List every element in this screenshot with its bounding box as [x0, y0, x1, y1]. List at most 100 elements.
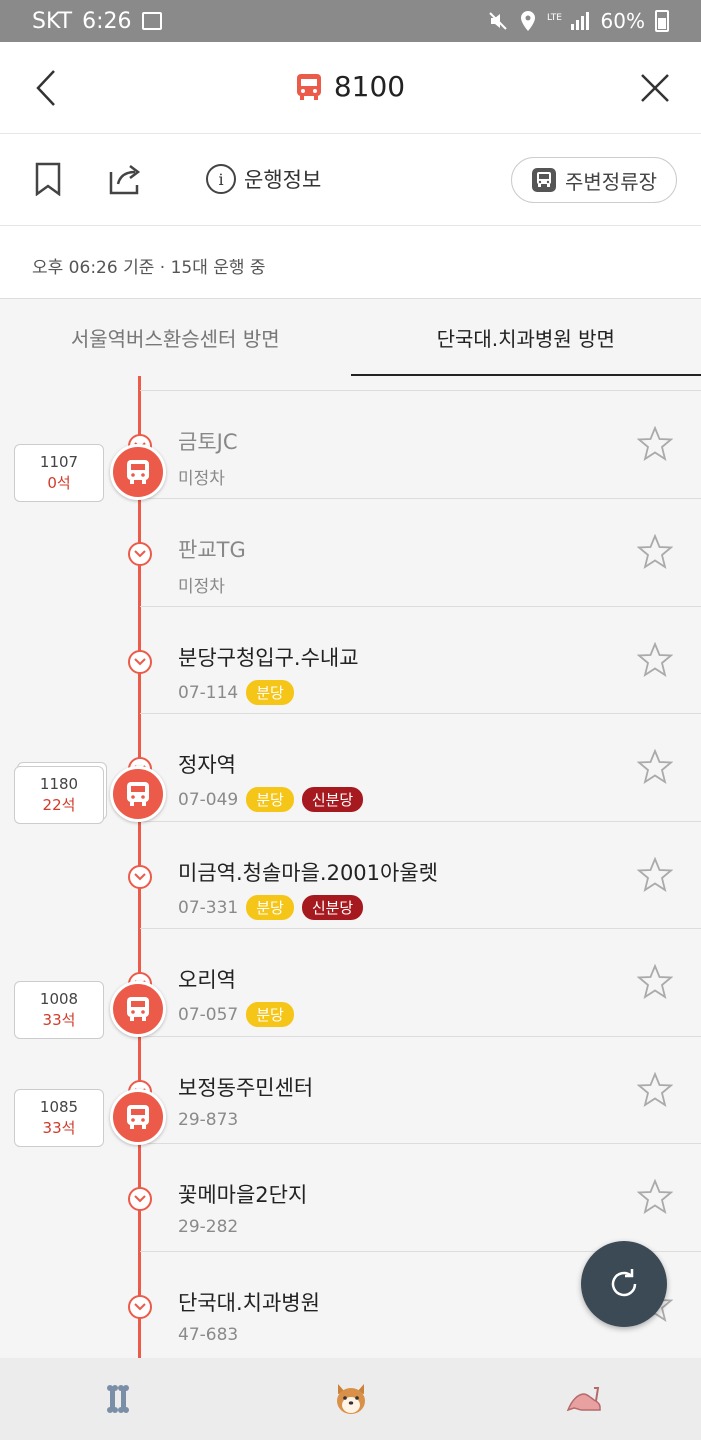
header: 8100 [0, 42, 701, 134]
line-badge-bundang: 분당 [246, 787, 294, 812]
svg-text:LTE: LTE [547, 13, 562, 23]
stop-code: 29-282 [178, 1217, 239, 1237]
list-item[interactable]: 판교TG 미정차 [0, 498, 701, 606]
location-icon [520, 11, 535, 31]
list-item[interactable]: 보정동주민센터 29-873 [0, 1036, 701, 1144]
refresh-icon [611, 1269, 637, 1297]
stop-name: 금토JC [178, 430, 238, 454]
line-badge-shinbundang: 신분당 [301, 787, 364, 812]
stop-code: 07-331 [178, 897, 239, 918]
list-item[interactable]: 분당구청입구.수내교 07-114 분당 [0, 606, 701, 714]
bus-position-marker[interactable] [110, 1089, 166, 1145]
tab-direction-seoul-station[interactable]: 서울역버스환승센터 방면 [0, 299, 351, 376]
stop-name: 정자역 [178, 753, 236, 777]
line-badge-bundang: 분당 [246, 680, 294, 705]
shoe-icon [566, 1387, 601, 1412]
star-icon[interactable] [637, 749, 673, 785]
nav-item-dog[interactable] [234, 1358, 468, 1440]
dog-icon [336, 1384, 365, 1414]
list-item[interactable]: 미금역.청솔마을.2001아울렛 07-331 분당 신분당 [0, 821, 701, 929]
stop-list: 금토JC 미정차 판교TG 미정차 분당구청입구.수내교 07-114 분당 정… [0, 376, 701, 1358]
star-icon[interactable] [637, 1072, 673, 1108]
chevron-down-icon [128, 1187, 152, 1211]
tab-direction-dankook[interactable]: 단국대.치과병원 방면 [350, 299, 701, 376]
bus-icon [127, 1105, 149, 1129]
mute-icon [488, 12, 507, 30]
status-bar: SKT 6:26 LTE 60% [0, 0, 701, 42]
bus-icon [127, 997, 149, 1021]
update-status: 오후 06:26 기준 · 15대 운행 중 [0, 226, 701, 298]
nav-item-bone[interactable] [0, 1358, 234, 1440]
list-item[interactable]: 금토JC 미정차 [0, 390, 701, 498]
bus-info-tag[interactable]: 1180 22석 [14, 766, 104, 824]
star-icon[interactable] [637, 534, 673, 570]
bus-number: 1085 [39, 1098, 79, 1116]
stop-code: 07-114 [178, 682, 239, 703]
nearby-stops-label: 주변정류장 [565, 169, 657, 194]
bus-number: 1180 [39, 775, 79, 793]
chevron-down-icon [128, 650, 152, 674]
list-item[interactable]: 정자역 07-049 분당 신분당 [0, 713, 701, 821]
share-button[interactable] [108, 162, 144, 196]
bus-seats: 22석 [42, 796, 76, 814]
battery-percent: 60% [600, 9, 645, 33]
carrier: SKT [32, 8, 73, 34]
star-icon[interactable] [637, 964, 673, 1000]
share-icon [109, 165, 141, 195]
bus-seats: 33석 [42, 1119, 76, 1137]
bus-seats: 33석 [42, 1011, 76, 1029]
close-icon [641, 74, 669, 102]
bus-info-tag[interactable]: 1085 33석 [14, 1089, 104, 1147]
stop-name: 보정동주민센터 [178, 1076, 314, 1100]
line-badge-bundang: 분당 [246, 895, 294, 920]
star-icon[interactable] [637, 642, 673, 678]
info-icon: i [206, 164, 236, 194]
close-button[interactable] [633, 66, 677, 110]
stop-name: 꽃메마을2단지 [178, 1183, 308, 1207]
operation-info-button[interactable]: i 운행정보 [206, 164, 321, 194]
nav-item-shoe[interactable] [467, 1358, 701, 1440]
bus-position-marker[interactable] [110, 981, 166, 1037]
lte-signal-icon: LTE [547, 12, 589, 30]
bus-seats: 0석 [47, 474, 71, 492]
bookmark-button[interactable] [34, 162, 62, 196]
clock: 6:26 [82, 8, 132, 34]
stop-code: 29-873 [178, 1110, 239, 1130]
stop-code: 47-683 [178, 1325, 239, 1345]
bus-info-tag[interactable]: 1008 33석 [14, 981, 104, 1039]
list-item[interactable]: 꽃메마을2단지 29-282 [0, 1143, 701, 1251]
list-item[interactable]: 오리역 07-057 분당 [0, 928, 701, 1036]
stop-code: 미정차 [178, 469, 225, 489]
bus-number: 1107 [39, 453, 79, 471]
refresh-button[interactable] [581, 1241, 667, 1327]
bone-icon [106, 1385, 129, 1413]
star-icon[interactable] [637, 1179, 673, 1215]
stop-name: 미금역.청솔마을.2001아울렛 [178, 861, 438, 885]
route-number: 8100 [333, 70, 406, 103]
star-icon[interactable] [637, 426, 673, 462]
bus-position-marker[interactable] [110, 766, 166, 822]
direction-tabs: 서울역버스환승센터 방면 단국대.치과병원 방면 [0, 298, 701, 376]
chevron-down-icon [128, 542, 152, 566]
gallery-icon [141, 12, 162, 30]
bottom-nav [0, 1358, 701, 1440]
stop-code: 07-049 [178, 789, 239, 810]
chevron-down-icon [128, 865, 152, 889]
stop-code: 미정차 [178, 577, 225, 597]
bus-icon [296, 73, 321, 100]
chevron-down-icon [128, 1295, 152, 1319]
bus-number: 1008 [39, 990, 79, 1008]
bookmark-icon [35, 162, 61, 196]
nearby-stops-button[interactable]: 주변정류장 [511, 157, 677, 203]
bus-info-tag[interactable]: 1107 0석 [14, 444, 104, 502]
bus-icon [127, 460, 149, 484]
bus-position-marker[interactable] [110, 444, 166, 500]
bus-icon [127, 782, 149, 806]
star-icon[interactable] [637, 857, 673, 893]
stop-name: 판교TG [178, 538, 246, 562]
bus-stop-icon [532, 168, 556, 192]
stop-name: 오리역 [178, 968, 236, 992]
stop-name: 분당구청입구.수내교 [178, 646, 359, 670]
operation-info-label: 운행정보 [244, 168, 322, 192]
stop-code: 07-057 [178, 1004, 239, 1025]
